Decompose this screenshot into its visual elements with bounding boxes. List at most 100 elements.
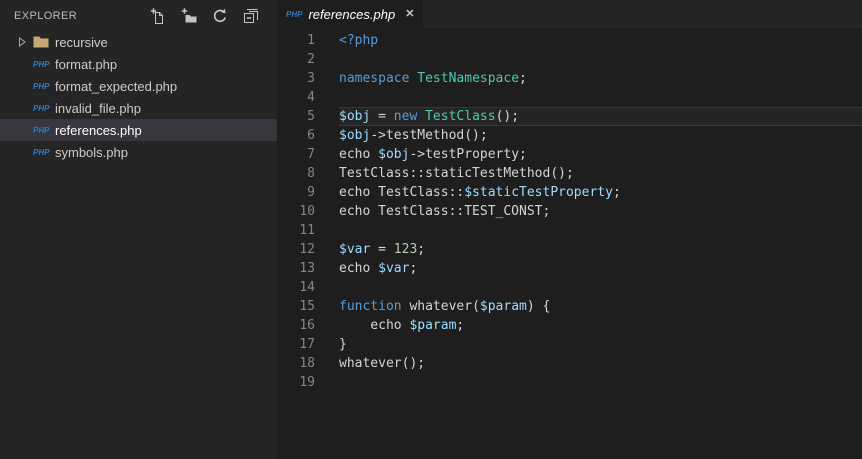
code-line-3[interactable]: 3 namespace TestNamespace; <box>277 69 862 88</box>
tree-item-label: references.php <box>55 122 142 138</box>
file-item-format-php[interactable]: PHP format.php <box>0 53 277 75</box>
file-tree: recursive PHP format.php PHP format_expected… <box>0 31 277 163</box>
tab-references-php[interactable]: PHP references.php ✕ <box>277 0 424 28</box>
php-badge: PHP <box>33 59 50 69</box>
tree-item-label: format_expected.php <box>55 78 178 94</box>
code-line-16[interactable]: 16 echo $param; <box>277 316 862 335</box>
code-text: namespace TestNamespace; <box>339 71 527 86</box>
line-number: 6 <box>307 128 315 143</box>
tree-item-label: recursive <box>55 34 108 50</box>
php-badge: PHP <box>33 81 50 91</box>
code-line-2[interactable]: 2 <box>277 50 862 69</box>
gutter-gap <box>315 88 339 107</box>
file-item-format-expected-php[interactable]: PHP format_expected.php <box>0 75 277 97</box>
code-line-11[interactable]: 11 <box>277 221 862 240</box>
new-folder-icon <box>181 7 197 22</box>
line-number: 5 <box>307 109 315 124</box>
line-number: 8 <box>307 166 315 181</box>
tab-label: references.php <box>308 6 396 22</box>
php-badge: PHP <box>33 103 50 113</box>
code-line-5[interactable]: 5 $obj = new TestClass(); <box>277 107 862 126</box>
code-text: $obj = new TestClass(); <box>339 107 862 126</box>
code-text: $var = 123; <box>339 242 426 257</box>
code-text: whatever(); <box>339 356 426 371</box>
code-text: function whatever($param) { <box>339 299 551 314</box>
file-item-symbols-php[interactable]: PHP symbols.php <box>0 141 277 163</box>
code-text: echo TestClass::TEST_CONST; <box>339 204 551 219</box>
php-file-icon: PHP <box>33 104 55 113</box>
code-line-6[interactable]: 6 $obj->testMethod(); <box>277 126 862 145</box>
folder-icon <box>33 35 55 49</box>
code-line-10[interactable]: 10 echo TestClass::TEST_CONST; <box>277 202 862 221</box>
code-text: <?php <box>339 33 379 48</box>
code-line-17[interactable]: 17} <box>277 335 862 354</box>
line-number: 10 <box>299 204 315 219</box>
code-line-12[interactable]: 12 $var = 123; <box>277 240 862 259</box>
code-text: echo $obj->testProperty; <box>339 147 527 162</box>
php-file-icon: PHP <box>33 148 55 157</box>
code-line-13[interactable]: 13 echo $var; <box>277 259 862 278</box>
code-line-4[interactable]: 4 <box>277 88 862 107</box>
code-text: } <box>339 337 347 352</box>
gutter-gap <box>315 50 339 69</box>
tree-item-label: symbols.php <box>55 144 128 160</box>
folder-icon <box>33 36 49 48</box>
folder-item-recursive[interactable]: recursive <box>0 31 277 53</box>
gutter-gap <box>315 354 339 373</box>
explorer-actions <box>150 7 259 24</box>
close-tab-icon[interactable]: ✕ <box>405 8 414 20</box>
vscode-workbench: EXPLORER recursive PHP format.php PHP fo… <box>0 0 862 459</box>
line-number: 9 <box>307 185 315 200</box>
chevron-right-icon <box>17 36 33 48</box>
line-number: 18 <box>299 356 315 371</box>
line-number: 4 <box>307 90 315 105</box>
line-number: 19 <box>299 375 315 390</box>
php-badge: PHP <box>33 147 50 157</box>
php-file-icon: PHP <box>286 9 303 19</box>
code-line-18[interactable]: 18 whatever(); <box>277 354 862 373</box>
explorer-sidebar: EXPLORER recursive PHP format.php PHP fo… <box>0 0 277 459</box>
code-line-9[interactable]: 9 echo TestClass::$staticTestProperty; <box>277 183 862 202</box>
line-number: 14 <box>299 280 315 295</box>
gutter-gap <box>315 240 339 259</box>
gutter-gap <box>315 335 339 354</box>
editor-group: PHP references.php ✕ 1 <?php 2 3 namespace T… <box>277 0 862 459</box>
gutter-gap <box>315 297 339 316</box>
chevron-right-icon <box>19 37 26 47</box>
code-line-8[interactable]: 8 TestClass::staticTestMethod(); <box>277 164 862 183</box>
code-line-14[interactable]: 14 <box>277 278 862 297</box>
line-number: 1 <box>307 33 315 48</box>
code-text: TestClass::staticTestMethod(); <box>339 166 574 181</box>
refresh-button[interactable] <box>212 8 228 24</box>
tree-item-label: invalid_file.php <box>55 100 142 116</box>
line-number: 11 <box>299 223 315 238</box>
line-number: 16 <box>299 318 315 333</box>
explorer-title: EXPLORER <box>14 9 78 22</box>
code-editor[interactable]: 1 <?php 2 3 namespace TestNamespace; 4 5 $obj =… <box>277 28 862 459</box>
new-file-icon <box>150 7 163 24</box>
gutter-gap <box>315 202 339 221</box>
gutter-gap <box>315 31 339 50</box>
code-line-1[interactable]: 1 <?php <box>277 31 862 50</box>
file-item-references-php[interactable]: PHP references.php <box>0 119 277 141</box>
line-number: 17 <box>299 337 315 352</box>
gutter-gap <box>315 373 339 392</box>
php-file-icon: PHP <box>33 126 55 135</box>
code-text: echo TestClass::$staticTestProperty; <box>339 185 621 200</box>
gutter-gap <box>315 221 339 240</box>
code-line-19[interactable]: 19 <box>277 373 862 392</box>
code-line-15[interactable]: 15 function whatever($param) { <box>277 297 862 316</box>
code-line-7[interactable]: 7 echo $obj->testProperty; <box>277 145 862 164</box>
new-file-button[interactable] <box>150 7 166 24</box>
php-badge: PHP <box>33 125 50 135</box>
collapse-all-button[interactable] <box>243 8 259 24</box>
gutter-gap <box>315 278 339 297</box>
new-folder-button[interactable] <box>181 7 197 24</box>
file-item-invalid-file-php[interactable]: PHP invalid_file.php <box>0 97 277 119</box>
line-number: 2 <box>307 52 315 67</box>
collapse-all-icon <box>244 8 258 23</box>
gutter-gap <box>315 69 339 88</box>
